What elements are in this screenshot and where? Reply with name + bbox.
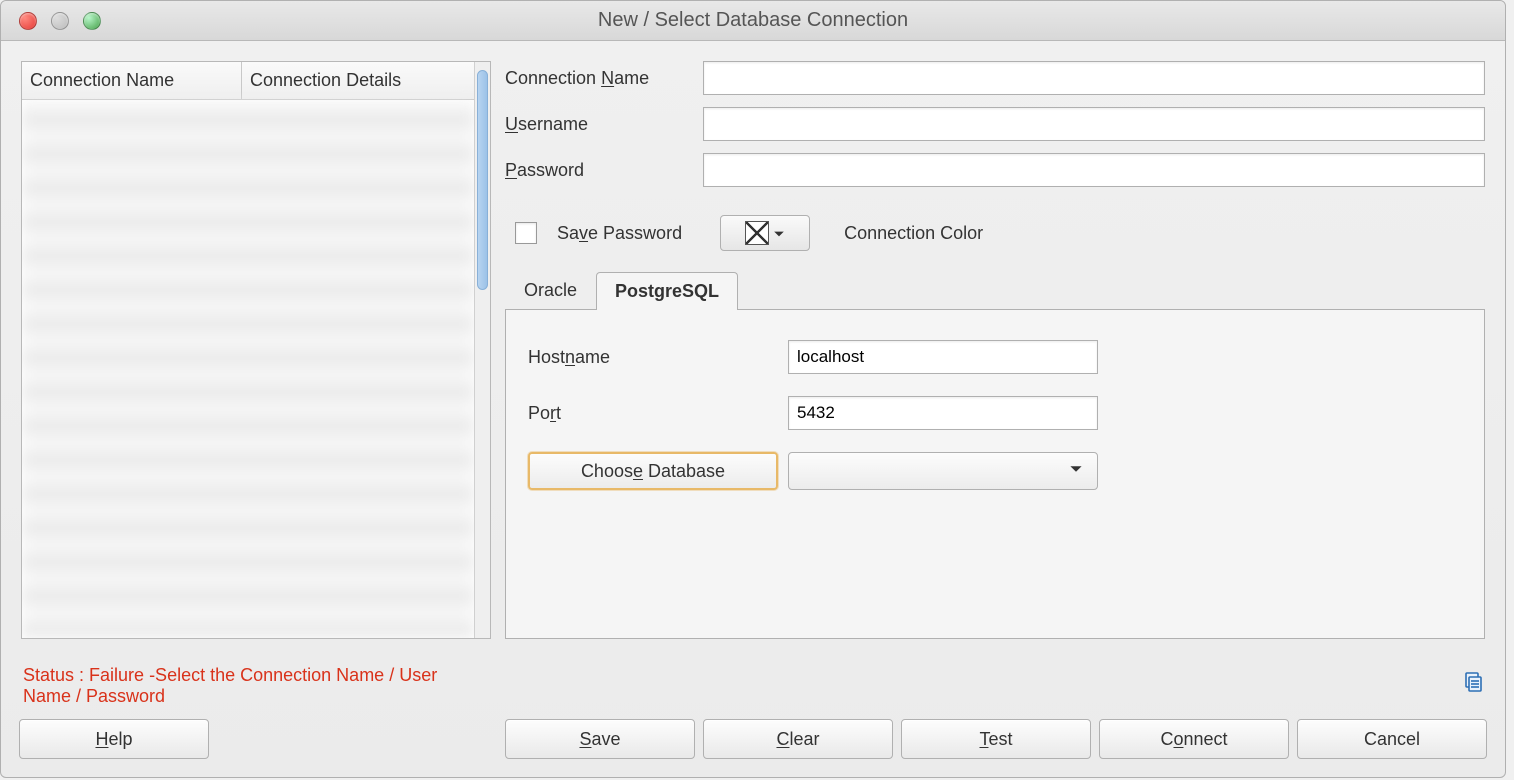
connection-color-label: Connection Color	[844, 223, 983, 244]
tab-oracle[interactable]: Oracle	[505, 271, 596, 309]
zoom-window-button[interactable]	[83, 12, 101, 30]
choose-database-button[interactable]: Choose Database	[528, 452, 778, 490]
username-label: Username	[505, 114, 703, 135]
save-button[interactable]: Save	[505, 719, 695, 759]
window-title: New / Select Database Connection	[598, 9, 908, 32]
password-input[interactable]	[703, 153, 1485, 187]
postgresql-panel: Hostname Port Choose Database	[505, 309, 1485, 639]
connection-name-label: Connection Name	[505, 68, 703, 89]
connections-table-body-blurred	[22, 100, 474, 638]
status-text: Status : Failure -Select the Connection …	[23, 665, 489, 707]
minimize-window-button[interactable]	[51, 12, 69, 30]
dropdown-arrow-icon	[773, 223, 785, 243]
dialog-window: New / Select Database Connection Connect…	[0, 0, 1506, 778]
connections-table[interactable]: Connection Name Connection Details	[21, 61, 491, 639]
save-password-checkbox[interactable]	[515, 222, 537, 244]
save-password-label: Save Password	[557, 223, 682, 244]
help-button[interactable]: Help	[19, 719, 209, 759]
connection-form: Connection Name Username Password Sav	[505, 61, 1485, 639]
hostname-input[interactable]	[788, 340, 1098, 374]
connections-pane: Connection Name Connection Details	[21, 61, 491, 639]
titlebar: New / Select Database Connection	[1, 1, 1505, 41]
window-controls	[19, 12, 101, 30]
port-input[interactable]	[788, 396, 1098, 430]
dialog-button-bar: Help Save Clear Test Connect Cancel	[1, 709, 1505, 777]
connection-color-button[interactable]	[720, 215, 810, 251]
close-window-button[interactable]	[19, 12, 37, 30]
connections-table-header: Connection Name Connection Details	[22, 62, 474, 100]
copy-icon[interactable]	[1461, 670, 1485, 699]
password-label: Password	[505, 160, 703, 181]
driver-tabs: Oracle PostgreSQL	[505, 271, 1485, 309]
test-button[interactable]: Test	[901, 719, 1091, 759]
scrollbar-thumb[interactable]	[477, 70, 488, 290]
connection-name-input[interactable]	[703, 61, 1485, 95]
tab-postgresql[interactable]: PostgreSQL	[596, 272, 738, 310]
dropdown-arrow-icon	[1069, 461, 1083, 481]
cancel-button[interactable]: Cancel	[1297, 719, 1487, 759]
connections-scrollbar[interactable]	[474, 62, 490, 638]
database-select[interactable]	[788, 452, 1098, 490]
port-label: Port	[528, 403, 788, 424]
connect-button[interactable]: Connect	[1099, 719, 1289, 759]
no-color-icon	[745, 221, 769, 245]
col-connection-details[interactable]: Connection Details	[242, 62, 474, 99]
hostname-label: Hostname	[528, 347, 788, 368]
col-connection-name[interactable]: Connection Name	[22, 62, 242, 99]
username-input[interactable]	[703, 107, 1485, 141]
clear-button[interactable]: Clear	[703, 719, 893, 759]
dialog-content: Connection Name Connection Details Conne…	[1, 41, 1505, 659]
